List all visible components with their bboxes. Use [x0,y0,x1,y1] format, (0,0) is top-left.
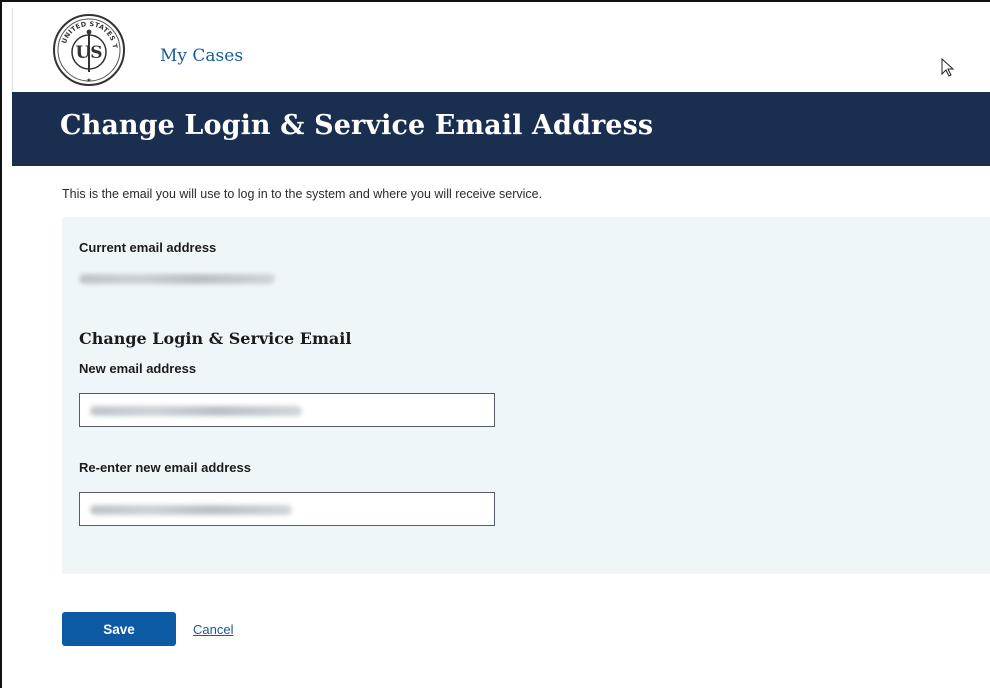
page-title: Change Login & Service Email Address [60,110,654,141]
pointer-cursor-icon [941,57,955,78]
new-email-label: New email address [79,361,197,376]
svg-text:US: US [75,43,102,63]
confirm-email-label: Re-enter new email address [79,460,251,475]
svg-text:★: ★ [86,77,91,84]
confirm-email-blurred-value [90,505,292,515]
confirm-email-field-wrapper [79,492,495,526]
current-email-value [79,274,275,284]
site-header: UNITED STATES TAX US ★ My Cases [12,6,990,92]
email-form-panel: Current email address Change Login & Ser… [62,217,990,574]
cancel-link[interactable]: Cancel [193,622,233,637]
intro-text: This is the email you will use to log in… [62,187,543,201]
page-banner: Change Login & Service Email Address [12,92,990,166]
current-email-label: Current email address [79,240,217,255]
change-email-section-title: Change Login & Service Email [79,329,352,348]
my-cases-link[interactable]: My Cases [160,46,243,66]
save-button[interactable]: Save [62,612,176,646]
new-email-field-wrapper [79,393,495,427]
us-tax-court-seal-icon[interactable]: UNITED STATES TAX US ★ [48,6,127,88]
new-email-blurred-value [90,406,302,416]
